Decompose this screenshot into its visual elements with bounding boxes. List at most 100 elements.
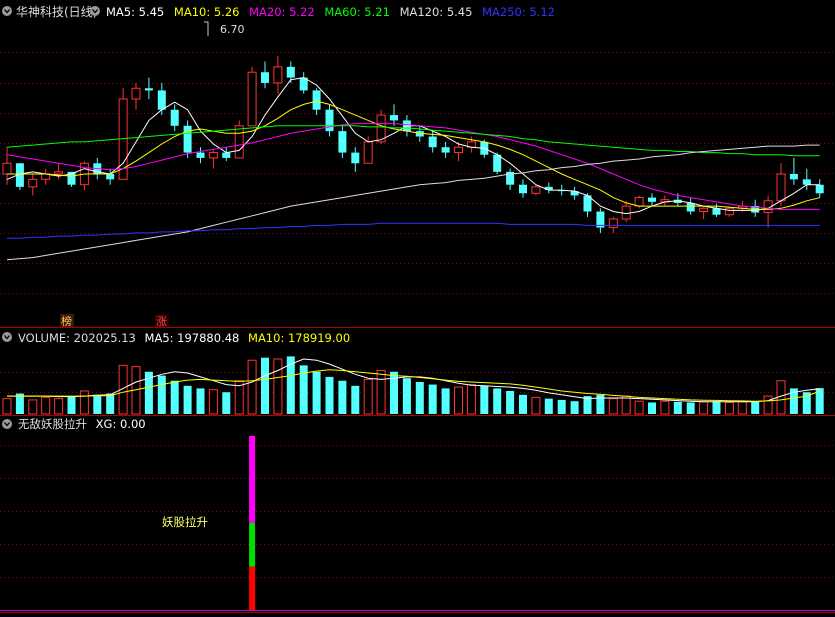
volume-bar <box>660 400 670 415</box>
volume-bar <box>466 384 476 415</box>
marker-zhang[interactable]: 涨 <box>156 315 167 328</box>
candle-body <box>183 125 192 153</box>
candle-body <box>54 171 64 175</box>
ma-legend: MA5: 5.45 MA10: 5.26 MA20: 5.22 MA60: 5.… <box>106 5 555 19</box>
signal-bar-segment <box>249 566 256 610</box>
volume-ma-line-ma5 <box>7 358 820 403</box>
ma-line-ma5 <box>6 77 820 215</box>
volume-bar <box>79 390 89 415</box>
volume-bar <box>183 385 192 414</box>
volume-bar <box>376 369 386 415</box>
volume-bar <box>454 386 463 415</box>
indicator-header: 无敌妖股拉升 XG: 0.00 <box>2 417 146 431</box>
candle-body <box>196 152 205 158</box>
volume-bar <box>351 385 360 414</box>
event-markers: 榜 涨 <box>60 314 169 328</box>
volume-bar <box>312 371 321 414</box>
candle-body <box>261 72 269 83</box>
collapse-icon[interactable] <box>2 6 12 16</box>
candle-body <box>222 152 231 158</box>
volume-bar <box>261 357 269 414</box>
candle-body <box>802 179 811 185</box>
volume-bar <box>415 382 424 414</box>
settings-icon[interactable] <box>90 6 100 16</box>
volume-bar <box>441 388 450 414</box>
volume-bar <box>737 401 747 415</box>
ma10-label: MA10: 5.26 <box>174 5 240 19</box>
volume-legend: VOLUME: 202025.13 MA5: 197880.48 MA10: 1… <box>18 331 350 345</box>
ma250-label: MA250: 5.12 <box>482 5 555 19</box>
candle-body <box>621 205 631 220</box>
signal-bar-segment <box>249 436 256 523</box>
volume-bar <box>222 392 231 414</box>
candle-body <box>28 178 38 188</box>
volume-bar <box>712 401 721 414</box>
volume-bar <box>402 378 411 414</box>
volume-bar <box>544 398 553 414</box>
high-price-label: 6.70 <box>220 23 245 36</box>
volume-bar <box>699 401 709 415</box>
volume-bar <box>208 389 218 415</box>
volume-bar <box>157 375 166 414</box>
indicator-name: 无敌妖股拉升 <box>18 417 87 431</box>
volume-bar <box>531 396 541 415</box>
candle-body <box>131 87 141 100</box>
ma20-label: MA20: 5.22 <box>249 5 315 19</box>
candle-body <box>454 146 463 154</box>
volume-bar <box>480 385 489 414</box>
volume-bar <box>273 358 283 415</box>
candle-body <box>273 66 283 84</box>
candle-body <box>608 218 618 229</box>
candle-body <box>789 174 798 180</box>
volume-bar <box>247 359 257 415</box>
ma-line-ma120 <box>6 144 820 261</box>
candle-body <box>531 186 541 194</box>
collapse-icon[interactable] <box>2 332 12 342</box>
candle-body <box>699 207 709 213</box>
candle-body <box>286 66 295 78</box>
candle-body <box>247 71 257 127</box>
volume-bar <box>493 388 502 414</box>
moving-average-lines <box>6 77 820 261</box>
stock-title: 华神科技(日线) <box>16 5 97 19</box>
indicator-xg-label: XG: 0.00 <box>96 417 146 431</box>
candle-body <box>363 141 373 164</box>
candle-body <box>648 197 656 202</box>
signal-label: 妖股拉升 <box>162 515 208 529</box>
ma-line-ma250 <box>7 222 820 239</box>
ma-line-ma60 <box>6 125 820 157</box>
volume-bar <box>608 398 618 415</box>
volume-bar <box>673 401 682 414</box>
ma5-label: MA5: 5.45 <box>106 5 164 19</box>
ma120-label: MA120: 5.45 <box>400 5 473 19</box>
volume-bar <box>519 394 527 414</box>
high-marker-line <box>204 21 209 36</box>
main-header: 华神科技(日线) MA5: 5.45 MA10: 5.26 MA20: 5.22… <box>2 5 555 19</box>
volume-bars <box>2 356 824 415</box>
volume-ma10-label: MA10: 178919.00 <box>248 331 350 345</box>
high-price-annotation: 6.70 <box>204 21 245 36</box>
stock-chart: 华神科技(日线) MA5: 5.45 MA10: 5.26 MA20: 5.22… <box>0 5 835 613</box>
marker-bang[interactable]: 榜 <box>61 314 72 328</box>
candle-body <box>519 184 527 194</box>
candle-body <box>390 115 398 121</box>
candle-body <box>2 162 12 175</box>
volume-bar <box>570 401 579 414</box>
volume-bar <box>363 378 373 415</box>
volume-bar <box>338 380 347 414</box>
volume-label: VOLUME: 202025.13 <box>18 331 136 345</box>
volume-bar <box>751 401 760 414</box>
volume-bar <box>67 396 76 414</box>
volume-bar <box>621 395 631 415</box>
volume-bar <box>28 399 38 415</box>
candle-body <box>106 174 115 180</box>
candle-body <box>208 152 218 159</box>
volume-bar <box>648 402 656 414</box>
candle-body <box>170 109 179 126</box>
collapse-icon[interactable] <box>2 419 12 429</box>
candle-body <box>776 173 786 202</box>
candle-body <box>338 131 347 153</box>
volume-bar <box>557 399 566 414</box>
candle-body <box>234 125 244 159</box>
volume-bar <box>93 394 102 414</box>
